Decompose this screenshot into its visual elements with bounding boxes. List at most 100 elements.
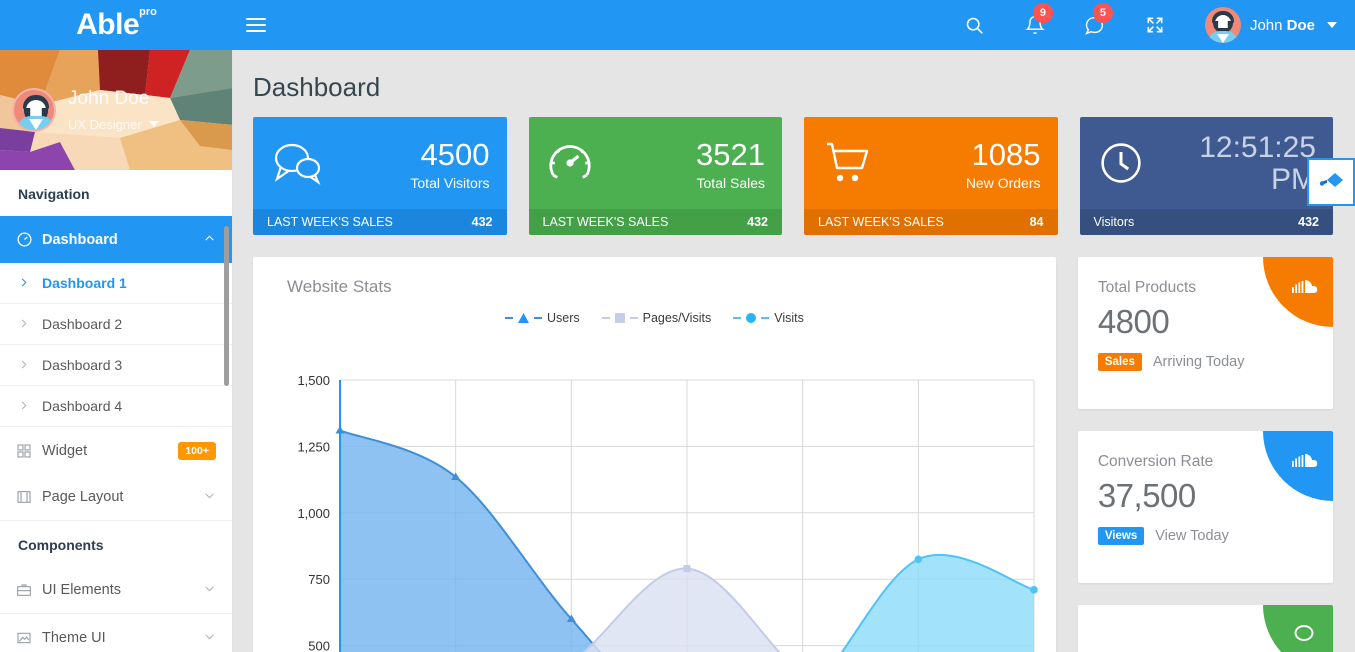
chevron-down-icon xyxy=(203,582,216,598)
speedometer-icon xyxy=(16,231,42,248)
circle-marker-icon xyxy=(746,313,757,323)
square-marker-icon xyxy=(614,313,625,323)
sidebar-subitem-label: Dashboard 2 xyxy=(42,316,123,332)
stat-foot-value: 84 xyxy=(1029,215,1044,229)
sidebar-user-role[interactable]: UX Designer xyxy=(68,117,159,132)
chevron-down-icon xyxy=(203,489,216,505)
nav-caption-components: Components xyxy=(0,521,232,567)
brand-logo[interactable]: Able pro xyxy=(0,0,233,50)
notification-badge: 9 xyxy=(1032,3,1053,23)
sidebar: John Doe UX Designer Navigation Dashboar… xyxy=(0,50,233,652)
stat-foot-label: Visitors xyxy=(1093,215,1135,229)
sidebar-item-ui-elements[interactable]: UI Elements xyxy=(0,567,232,614)
stat-card-visitors-clock[interactable]: 12:51:25 PM Visitors 432 xyxy=(1079,117,1333,235)
widget-badge: 100+ xyxy=(178,441,216,460)
legend-item-pages-visits[interactable]: Pages/Visits xyxy=(601,311,712,325)
sidebar-item-widget[interactable]: Widget 100+ xyxy=(0,427,232,474)
stat-value: 1085 xyxy=(971,137,1041,173)
chevron-right-icon xyxy=(18,357,42,374)
sidebar-item-theme-ui[interactable]: Theme UI xyxy=(0,614,232,652)
layout-icon xyxy=(16,489,42,505)
legend-label: Users xyxy=(546,311,580,325)
chevron-up-icon xyxy=(203,232,216,248)
sidebar-avatar[interactable] xyxy=(12,88,56,132)
sidebar-subitem-dashboard-1[interactable]: Dashboard 1 xyxy=(0,263,232,304)
stat-value: 3521 xyxy=(696,137,765,173)
stat-foot-label: LAST WEEK'S SALES xyxy=(542,215,669,229)
sidebar-item-dashboard[interactable]: Dashboard xyxy=(0,216,232,263)
main-content: Dashboard 4500 Total Visitors LAST WEEK'… xyxy=(233,50,1355,652)
stat-foot-value: 432 xyxy=(471,215,493,229)
sidebar-user-role-label: UX Designer xyxy=(68,116,142,132)
briefcase-icon xyxy=(16,582,42,598)
sidebar-subitem-dashboard-2[interactable]: Dashboard 2 xyxy=(0,304,232,345)
user-menu[interactable]: John Doe xyxy=(1204,0,1337,50)
chevron-right-icon xyxy=(18,316,42,333)
top-navbar: Able pro 9 5 John Doe xyxy=(0,0,1355,50)
legend-item-visits[interactable]: Visits xyxy=(733,311,804,325)
image-icon xyxy=(16,630,42,646)
card-third-partial[interactable] xyxy=(1077,605,1333,652)
sidebar-item-label: UI Elements xyxy=(42,582,121,598)
stat-card-total-sales[interactable]: 3521 Total Sales LAST WEEK'S SALES 432 xyxy=(528,117,782,235)
sidebar-subitem-label: Dashboard 1 xyxy=(42,275,127,291)
sidebar-item-page-layout[interactable]: Page Layout xyxy=(0,474,232,521)
message-badge: 5 xyxy=(1092,3,1113,23)
search-icon[interactable] xyxy=(947,0,1003,50)
stat-label: Total Sales xyxy=(696,174,765,191)
navbar-right-actions: 9 5 John Doe xyxy=(947,0,1355,50)
chevron-down-icon xyxy=(148,121,159,128)
stat-foot-label: LAST WEEK'S SALES xyxy=(818,215,944,229)
sidebar-subitem-dashboard-3[interactable]: Dashboard 3 xyxy=(0,345,232,386)
card-value: 37,500 xyxy=(1097,477,1196,514)
fullscreen-icon[interactable] xyxy=(1127,0,1183,50)
stat-label: New Orders xyxy=(965,174,1041,191)
sidebar-subitem-label: Dashboard 4 xyxy=(42,398,123,414)
brand-name: Able xyxy=(76,8,140,41)
svg-text:500: 500 xyxy=(308,639,330,652)
svg-text:1,000: 1,000 xyxy=(297,506,330,521)
card-conversion-rate[interactable]: Conversion Rate 37,500 Views View Today xyxy=(1077,431,1333,583)
comment-icon[interactable]: 5 xyxy=(1067,0,1123,50)
chevron-down-icon xyxy=(1327,22,1337,28)
card-total-products[interactable]: Total Products 4800 Sales Arriving Today xyxy=(1077,257,1333,409)
comment-icon xyxy=(1263,605,1333,652)
sidebar-scrollbar[interactable] xyxy=(224,226,229,386)
stat-foot-value: 432 xyxy=(1298,215,1319,229)
chevron-down-icon xyxy=(203,630,216,646)
sidebar-item-label: Page Layout xyxy=(42,489,124,505)
grid-icon xyxy=(16,443,42,459)
stat-foot-label: LAST WEEK'S SALES xyxy=(267,215,393,229)
chevron-right-icon xyxy=(18,275,42,292)
svg-text:1,500: 1,500 xyxy=(297,373,330,388)
legend-item-users[interactable]: Users xyxy=(504,311,580,325)
card-value: 4800 xyxy=(1097,303,1170,340)
page-title: Dashboard xyxy=(253,72,381,102)
speedometer-icon xyxy=(546,139,602,192)
card-badge: Sales xyxy=(1097,353,1142,371)
theme-settings-icon[interactable] xyxy=(1307,158,1355,206)
stat-cards-row: 4500 Total Visitors LAST WEEK'S SALES 43… xyxy=(233,103,1355,235)
stat-card-total-visitors[interactable]: 4500 Total Visitors LAST WEEK'S SALES 43… xyxy=(253,117,507,235)
svg-text:1,250: 1,250 xyxy=(297,439,330,454)
sidebar-item-label: Dashboard xyxy=(42,231,118,248)
sidebar-subitem-dashboard-4[interactable]: Dashboard 4 xyxy=(0,386,232,427)
stat-card-new-orders[interactable]: 1085 New Orders LAST WEEK'S SALES 84 xyxy=(804,117,1058,235)
bell-icon[interactable]: 9 xyxy=(1007,0,1063,50)
user-last-name: Doe xyxy=(1286,16,1315,34)
sidebar-item-label: Widget xyxy=(42,442,88,459)
card-note: View Today xyxy=(1155,528,1229,544)
legend-label: Pages/Visits xyxy=(642,311,712,325)
website-stats-chart: 1,5001,2501,000750500250 xyxy=(297,373,1038,652)
hamburger-icon[interactable] xyxy=(233,0,279,50)
right-cards-column: Total Products 4800 Sales Arriving Today… xyxy=(1077,257,1333,652)
legend-label: Visits xyxy=(774,311,804,325)
card-note: Arriving Today xyxy=(1152,354,1245,370)
brand-superscript: pro xyxy=(139,6,157,18)
sidebar-subitem-label: Dashboard 3 xyxy=(42,357,123,373)
triangle-marker-icon xyxy=(517,313,529,323)
user-first-name: John xyxy=(1249,16,1283,34)
svg-text:750: 750 xyxy=(308,572,330,587)
comment-icon xyxy=(270,141,326,190)
sidebar-profile: John Doe UX Designer xyxy=(0,50,232,170)
